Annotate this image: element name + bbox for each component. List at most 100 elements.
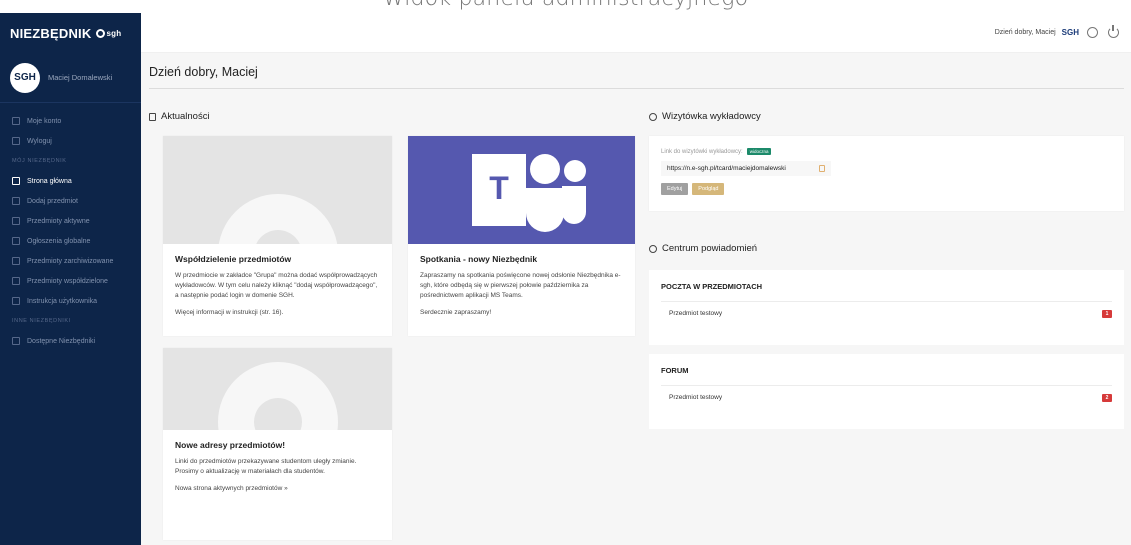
news-card-link: Serdecznie zapraszamy! [420,309,492,317]
settings-gear-icon[interactable] [1087,27,1098,38]
news-card-shared-courses: Współdzielenie przedmiotów W przedmiocie… [163,136,392,336]
sidebar-item-user-manual[interactable]: Instrukcja użytkownika [0,291,141,311]
sidebar-item-label: Przedmioty współdzielone [27,277,108,285]
lecturer-card-section-label: Wizytówka wykładowcy [662,111,761,122]
news-card-title: Nowe adresy przedmiotów! [175,440,286,450]
sidebar: NIEZBĘDNIK sgh SGH Maciej Domalewski Moj… [0,13,141,545]
brand-logo[interactable]: NIEZBĘDNIK sgh [0,13,141,53]
sidebar-item-my-account[interactable]: Moje konto [0,111,141,131]
ms-teams-logo-icon: T [472,154,526,226]
sidebar-item-label: Moje konto [27,117,62,125]
forum-item-label: Przedmiot testowy [669,394,723,401]
sidebar-item-label: Instrukcja użytkownika [27,297,98,305]
notifications-section-title: Centrum powiadomień [649,243,757,254]
list-item[interactable]: Przedmiot testowy 1 [661,301,1112,325]
news-card-meetings: T Spotkania - nowy Niezbędnik Zapraszamy… [408,136,635,336]
lecturer-card-label-text: Link do wizytówki wykładowcy: [661,148,743,155]
sgh-logo: sgh [96,28,122,38]
news-card-image-placeholder [163,348,392,430]
sidebar-item-label: Przedmioty zarchiwizowane [27,257,114,265]
sidebar-item-add-course[interactable]: Dodaj przedmiot [0,191,141,211]
bell-icon [649,244,657,253]
ms-teams-body-icon [562,186,586,224]
sidebar-item-available-niezbedniki[interactable]: Dostępne Niezbędniki [0,331,141,351]
page-title: Dzień dobry, Maciej [149,65,258,79]
lecturer-card-url[interactable]: https://n.e-sgh.pl/tcard/maciejdomalewsk… [661,161,831,176]
copy-icon[interactable] [819,165,825,172]
mail-panel-title: POCZTA W PRZEDMIOTACH [661,282,763,291]
lecturer-card-section-title: Wizytówka wykładowcy [649,111,761,122]
sidebar-section-other: INNE NIEZBĘDNIKI [12,318,71,324]
sidebar-section-my-niezbednik: MÓJ NIEZBĘDNIK [12,158,67,164]
preview-button[interactable]: Podgląd [692,183,725,195]
list-icon [12,337,20,345]
sidebar-item-archived-courses[interactable]: Przedmioty zarchiwizowane [0,251,141,271]
admin-panel-screen: Widok panelu administracyjnego NIEZBĘDNI… [0,0,1131,545]
sgh-logo-text: sgh [106,28,122,38]
document-icon [149,112,156,121]
avatar: SGH [10,62,40,93]
user-icon [12,117,20,125]
announcement-icon [12,237,20,245]
news-card-link[interactable]: Więcej informacji w instrukcji (str. 16)… [175,309,380,316]
add-icon [12,197,20,205]
news-card-title: Spotkania - nowy Niezbędnik [420,254,538,264]
mail-count-badge: 1 [1102,309,1112,318]
sidebar-item-logout[interactable]: Wyloguj [0,131,141,151]
sidebar-nav: Moje konto Wyloguj MÓJ NIEZBĘDNIK Strona… [0,103,141,351]
news-card-text: W przedmiocie w zakładce "Grupa" można d… [175,272,378,300]
news-card-image-placeholder [163,136,392,244]
notifications-section-label: Centrum powiadomień [662,243,758,254]
info-icon [12,297,20,305]
user-name: Maciej Domalewski [48,73,113,82]
share-icon [12,277,20,285]
news-section-title: Aktualności [149,111,210,122]
archive-icon [12,257,20,265]
visibility-badge: widoczna [746,148,772,155]
sidebar-item-label: Dostępne Niezbędniki [27,337,96,345]
ms-teams-body-icon [526,188,564,232]
main-content: Dzień dobry, Maciej Aktualności Współdzi… [141,53,1131,545]
power-icon[interactable] [1108,25,1119,38]
user-profile: SGH Maciej Domalewski [0,53,141,103]
forum-count-badge: 2 [1102,393,1112,402]
topbar-sgh-logo: SGH [1061,28,1079,37]
news-card-text: Zapraszamy na spotkania poświęcone nowej… [420,272,621,300]
lecturer-card-url-text: https://n.e-sgh.pl/tcard/maciejdomalewsk… [667,165,786,172]
lecturer-card-actions: Edytuj Podgląd [661,183,1112,195]
ms-teams-person-icon [564,160,586,182]
sidebar-item-label: Ogłoszenia globalne [27,237,91,245]
forum-notifications-panel: FORUM Przedmiot testowy 2 [649,354,1124,429]
id-card-icon [649,112,657,121]
news-card-new-addresses: Nowe adresy przedmiotów! Linki do przedm… [163,348,392,540]
top-bar: Dzień dobry, Maciej SGH [141,13,1131,53]
title-divider [149,88,1124,89]
sidebar-item-active-courses[interactable]: Przedmioty aktywne [0,211,141,231]
gear-placeholder-icon [217,194,338,244]
topbar-greeting: Dzień dobry, Maciej [994,29,1056,36]
sidebar-item-global-announcements[interactable]: Ogłoszenia globalne [0,231,141,251]
sidebar-item-label: Przedmioty aktywne [27,217,90,225]
edit-button[interactable]: Edytuj [661,183,689,195]
list-icon [12,217,20,225]
sidebar-item-shared-courses[interactable]: Przedmioty współdzielone [0,271,141,291]
mail-item-label: Przedmiot testowy [669,310,723,317]
list-item[interactable]: Przedmiot testowy 2 [661,385,1112,409]
sidebar-item-label: Strona główna [27,177,72,185]
ms-teams-person-icon [530,154,560,184]
sidebar-item-home[interactable]: Strona główna [0,171,141,191]
sgh-logo-icon [96,28,106,38]
lecturer-card-link-label: Link do wizytówki wykładowcy: widoczna [661,148,1112,155]
home-icon [12,177,20,185]
news-card-teams-image: T [408,136,635,244]
brand-name: NIEZBĘDNIK [10,25,92,41]
mail-notifications-panel: POCZTA W PRZEDMIOTACH Przedmiot testowy … [649,270,1124,345]
news-card-link[interactable]: Nowa strona aktywnych przedmiotów » [175,485,380,492]
lecturer-card-panel: Link do wizytówki wykładowcy: widoczna h… [649,136,1124,211]
news-card-title: Współdzielenie przedmiotów [175,254,292,264]
gear-placeholder-icon [217,362,338,430]
news-section-label: Aktualności [161,111,210,122]
sidebar-item-label: Dodaj przedmiot [27,197,78,205]
sidebar-item-label: Wyloguj [27,137,52,145]
news-card-text: Linki do przedmiotów przekazywane studen… [175,458,357,476]
